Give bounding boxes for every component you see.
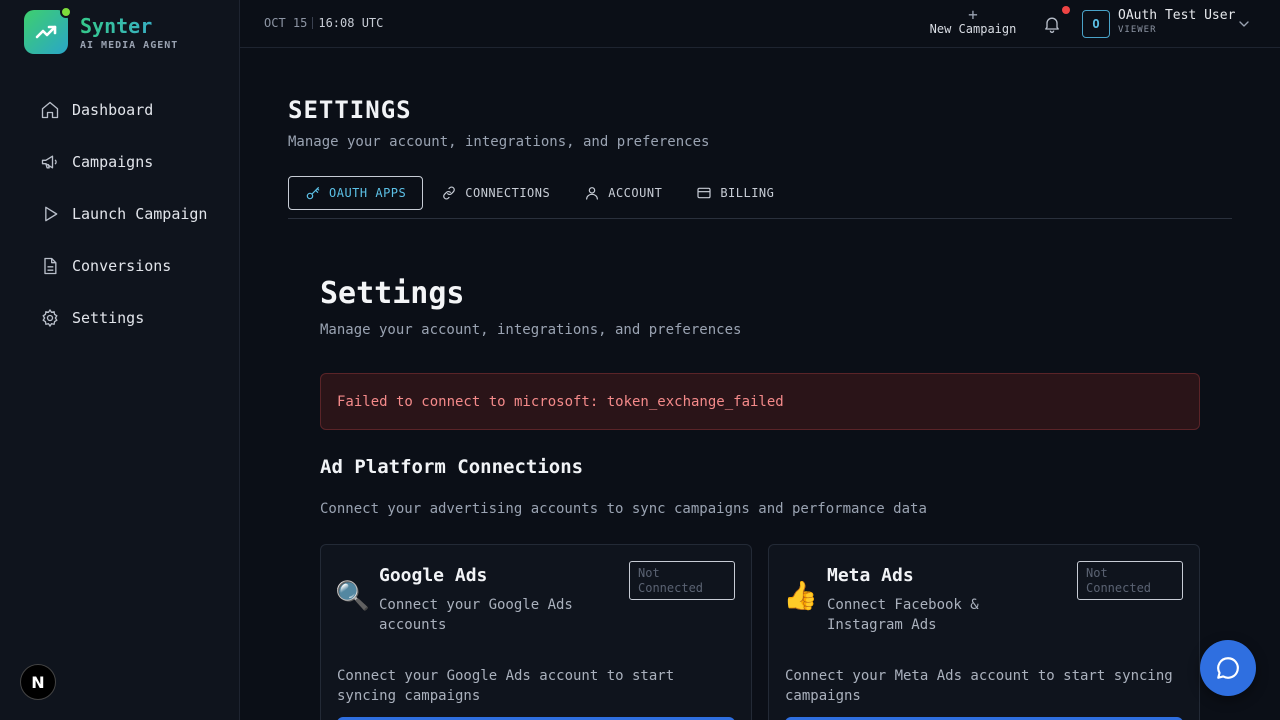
sidebar-item-launch-campaign[interactable]: Launch Campaign: [24, 188, 216, 240]
sidebar-item-label: Launch Campaign: [72, 205, 208, 223]
card-body: Connect your Google Ads account to start…: [337, 668, 675, 704]
sidebar-item-dashboard[interactable]: Dashboard: [24, 84, 216, 136]
top-bar: OCT 15 16:08 UTC + New Campaign O OAuth …: [240, 0, 1280, 48]
card-title: Google Ads: [379, 565, 488, 586]
sidebar-item-label: Campaigns: [72, 153, 154, 171]
settings-heading: Settings: [320, 276, 465, 311]
tab-label: OAUTH APPS: [329, 186, 407, 200]
brand[interactable]: Synter AI MEDIA AGENT: [24, 6, 179, 54]
status-dot: [60, 6, 72, 18]
sidebar-item-label: Conversions: [72, 257, 172, 275]
sidebar-item-conversions[interactable]: Conversions: [24, 240, 216, 292]
sidebar-item-settings[interactable]: Settings: [24, 292, 216, 344]
key-icon: [306, 187, 320, 200]
user-name[interactable]: OAuth Test User: [1118, 8, 1235, 23]
section-subtitle: Connect your advertising accounts to syn…: [320, 501, 927, 517]
time-label: 16:08 UTC: [318, 16, 384, 30]
link-icon: [443, 186, 456, 200]
chat-bubble-icon: [1217, 657, 1239, 679]
magnifier-icon: 🔍: [335, 579, 370, 612]
new-campaign-button[interactable]: + New Campaign: [928, 5, 1018, 37]
date-time: OCT 15 16:08 UTC: [264, 16, 383, 30]
card-description: Connect your Google Ads accounts: [379, 597, 573, 633]
tab-label: ACCOUNT: [608, 186, 663, 200]
card-body: Connect your Meta Ads account to start s…: [785, 668, 1173, 704]
status-badge: Not Connected: [1077, 561, 1183, 600]
error-alert: Failed to connect to microsoft: token_ex…: [320, 373, 1200, 430]
brand-subtitle: AI MEDIA AGENT: [80, 39, 179, 51]
user-role: VIEWER: [1118, 25, 1157, 35]
date-label: OCT 15: [264, 16, 308, 30]
home-icon: [41, 101, 59, 119]
card-title: Meta Ads: [827, 565, 914, 586]
megaphone-icon: [41, 155, 57, 169]
chevron-down-icon[interactable]: [1236, 16, 1252, 32]
brand-name: Synter: [80, 14, 178, 38]
thumbs-up-icon: 👍: [783, 579, 818, 612]
tab-label: BILLING: [720, 186, 775, 200]
trending-up-icon: [24, 6, 72, 54]
credit-card-icon: [697, 187, 711, 199]
google-ads-card: 🔍 Google Ads Connect your Google Ads acc…: [320, 544, 752, 720]
settings-subheading: Manage your account, integrations, and p…: [320, 322, 742, 338]
sidebar-item-label: Settings: [72, 309, 145, 327]
notification-dot: [1062, 6, 1070, 14]
card-description: Connect Facebook & Instagram Ads: [827, 597, 979, 633]
page-subtitle: Manage your account, integrations, and p…: [288, 134, 710, 150]
document-icon: [44, 257, 57, 275]
page-title: SETTINGS: [288, 96, 412, 124]
divider: [312, 17, 314, 29]
sidebar-item-label: Dashboard: [72, 101, 154, 119]
user-icon: [586, 187, 599, 200]
dev-badge[interactable]: N: [20, 664, 56, 700]
sidebar-nav: Dashboard Campaigns Launch Campaign Conv…: [24, 84, 216, 344]
play-icon: [45, 206, 58, 222]
sidebar-item-campaigns[interactable]: Campaigns: [24, 136, 216, 188]
section-title: Ad Platform Connections: [320, 456, 584, 478]
meta-ads-card: 👍 Meta Ads Connect Facebook & Instagram …: [768, 544, 1200, 720]
bell-icon[interactable]: [1042, 14, 1062, 34]
settings-tabs: OAUTH APPS CONNECTIONS ACCOUNT BILLING: [288, 176, 1232, 219]
tab-label: CONNECTIONS: [465, 186, 551, 200]
tab-connections[interactable]: CONNECTIONS: [425, 176, 566, 210]
new-campaign-label: New Campaign: [929, 22, 1017, 36]
sidebar: Synter AI MEDIA AGENT Dashboard Campaign…: [0, 0, 240, 720]
avatar[interactable]: O: [1082, 10, 1110, 38]
tab-billing[interactable]: BILLING: [680, 176, 790, 210]
chat-button[interactable]: [1200, 640, 1256, 696]
tab-oauth-apps[interactable]: OAUTH APPS: [288, 176, 424, 210]
status-badge: Not Connected: [629, 561, 735, 600]
error-message: Failed to connect to microsoft: token_ex…: [337, 393, 784, 410]
plus-icon: +: [968, 5, 978, 24]
tab-account[interactable]: ACCOUNT: [568, 176, 678, 210]
gear-icon: [42, 308, 58, 328]
